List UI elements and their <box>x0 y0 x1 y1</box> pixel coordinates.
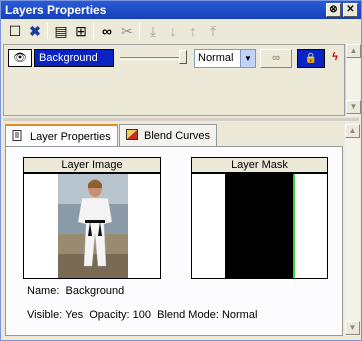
document-icon <box>12 130 24 141</box>
merge-layer-icon[interactable]: ⊞ <box>73 23 89 39</box>
toolbar-separator <box>47 23 48 39</box>
layer-name[interactable]: Background <box>34 49 114 67</box>
tab-layer-properties[interactable]: Layer Properties <box>5 124 118 147</box>
opacity-slider[interactable] <box>120 57 186 60</box>
move-down-icon[interactable]: ↓ <box>165 23 181 39</box>
splitter[interactable] <box>3 118 359 121</box>
visible-value: Yes <box>65 309 84 321</box>
scroll-up-arrow[interactable]: ▲ <box>345 124 360 138</box>
blend-mode-value: Normal <box>198 52 234 64</box>
chevron-down-icon[interactable]: ▼ <box>240 50 255 67</box>
move-to-bottom-icon[interactable]: ⤓ <box>145 23 161 39</box>
link-icon[interactable]: ∞ <box>260 49 292 68</box>
layer-image-thumbnail <box>23 173 161 279</box>
scroll-up-arrow[interactable]: ▲ <box>346 44 361 58</box>
layer-mask-thumbnail <box>191 173 328 279</box>
layers-scrollbar[interactable]: ▲ ▼ <box>345 44 361 116</box>
blend-curves-icon <box>126 129 138 140</box>
mask-edge <box>293 174 295 278</box>
scroll-down-arrow[interactable]: ▼ <box>346 100 361 114</box>
hide-glasses-icon[interactable]: ✂ <box>119 23 135 39</box>
move-up-icon[interactable]: ↑ <box>185 23 201 39</box>
toolbar-separator <box>93 23 94 39</box>
layer-image-header: Layer Image <box>23 157 161 173</box>
scroll-down-arrow[interactable]: ▼ <box>345 321 360 335</box>
window-title: Layers Properties <box>5 3 107 17</box>
opacity-value: 100 <box>132 309 151 321</box>
layers-toolbar: ☐ ✖ ▤ ⊞ ∞ ✂ ⤓ ↓ ↑ ⤒ <box>3 20 359 42</box>
layers-properties-window: Layers Properties ⊗ ✕ ☐ ✖ ▤ ⊞ ∞ ✂ ⤓ ↓ ↑ … <box>0 0 362 341</box>
move-to-top-icon[interactable]: ⤒ <box>205 23 221 39</box>
lock-icon[interactable]: 🔒 <box>297 49 325 68</box>
effect-icon[interactable]: ϟ <box>328 49 342 68</box>
layer-status-info: Visible: Yes Opacity: 100 Blend Mode: No… <box>27 309 257 321</box>
layers-list: 👁 Background Normal ▼ ∞ 🔒 ϟ <box>3 44 345 116</box>
layer-mask-header: Layer Mask <box>191 157 328 173</box>
close-button[interactable]: ✕ <box>343 3 358 17</box>
opacity-slider-thumb[interactable] <box>179 50 187 64</box>
layer-options-icon[interactable]: ▤ <box>53 23 69 39</box>
name-value: Background <box>65 285 125 297</box>
opacity-label: Opacity: <box>89 309 130 321</box>
toolbar-separator <box>139 23 140 39</box>
tab-blend-curves[interactable]: Blend Curves <box>119 124 218 146</box>
pin-button[interactable]: ⊗ <box>326 3 341 17</box>
eye-icon[interactable]: 👁 <box>8 49 32 67</box>
karate-photo <box>24 174 160 278</box>
layer-row[interactable]: 👁 Background Normal ▼ ∞ 🔒 ϟ <box>6 48 344 68</box>
blend-mode-info-value: Normal <box>221 309 258 321</box>
delete-layer-icon[interactable]: ✖ <box>27 23 43 39</box>
blend-mode-select[interactable]: Normal ▼ <box>194 49 256 68</box>
layer-properties-panel: Layer Image Layer Mask Name: Background … <box>5 146 343 336</box>
visibility-glasses-icon[interactable]: ∞ <box>99 23 115 39</box>
layer-name-info: Name: Background <box>27 285 124 297</box>
name-label: Name: <box>27 285 60 297</box>
title-bar[interactable]: Layers Properties ⊗ ✕ <box>1 1 361 19</box>
new-layer-icon[interactable]: ☐ <box>7 23 23 39</box>
visible-label: Visible: <box>27 309 63 321</box>
blend-mode-label: Blend Mode: <box>157 309 219 321</box>
panel-scrollbar[interactable]: ▲ ▼ <box>345 124 360 336</box>
mask-fill <box>225 174 293 278</box>
